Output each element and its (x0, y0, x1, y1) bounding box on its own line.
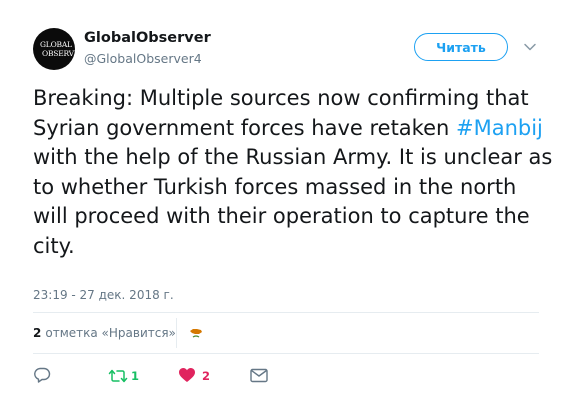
follow-button[interactable]: Читать (414, 33, 508, 61)
tweet-text-part2: with the help of the Russian Army. It is… (33, 145, 553, 258)
chevron-down-icon[interactable] (522, 39, 538, 55)
retweet-icon[interactable] (108, 368, 128, 384)
author-name[interactable]: GlobalObserver (84, 30, 211, 46)
direct-message-icon[interactable] (250, 368, 268, 383)
avatar-text-line1: GLOBAL (40, 40, 72, 49)
reply-icon[interactable] (33, 367, 51, 383)
divider-top (33, 312, 539, 313)
like-count: 2 (202, 369, 211, 383)
retweet-count: 1 (131, 369, 140, 383)
likes-stats[interactable]: 2 отметка «Нравится» (33, 323, 176, 343)
tweet-card: GLOBAL OBSERVER GlobalObserver @GlobalOb… (0, 0, 572, 409)
avatar[interactable]: GLOBAL OBSERVER (33, 28, 85, 70)
heart-icon[interactable] (178, 367, 196, 383)
cyprus-flag-avatar-icon[interactable] (187, 325, 205, 341)
avatar-text-line2: OBSERVER (42, 49, 85, 58)
likes-label: отметка «Нравится» (45, 326, 176, 340)
tweet-text-part1: Breaking: Multiple sources now confirmin… (33, 86, 529, 140)
tweet-text: Breaking: Multiple sources now confirmin… (33, 84, 553, 261)
divider-bottom (33, 353, 539, 354)
tweet-timestamp[interactable]: 23:19 - 27 дек. 2018 г. (33, 288, 174, 302)
author-handle[interactable]: @GlobalObserver4 (84, 51, 202, 66)
stats-separator (176, 318, 177, 348)
likes-count: 2 (33, 326, 42, 340)
hashtag-link[interactable]: #Manbij (456, 116, 543, 140)
